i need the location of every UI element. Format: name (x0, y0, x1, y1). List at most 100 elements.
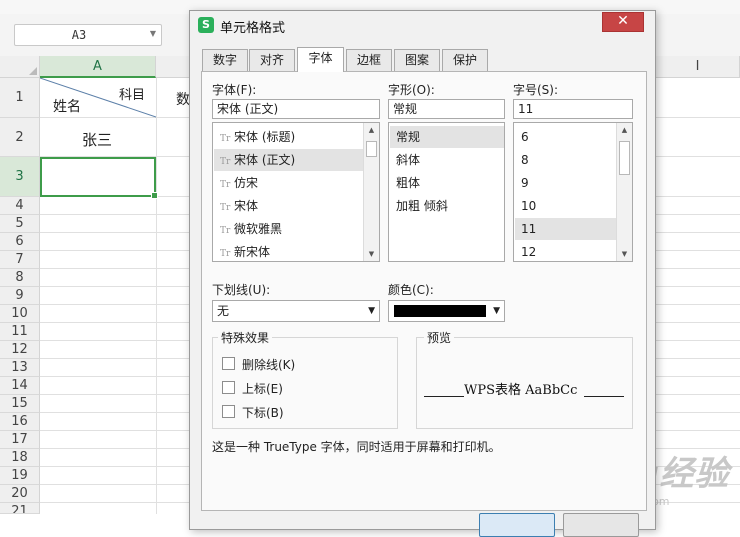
font-list-item-selected[interactable]: Tr 宋体 (正文) (214, 149, 363, 171)
scroll-up-icon[interactable]: ▲ (617, 123, 632, 137)
row-header-6[interactable]: 6 (0, 233, 40, 251)
dialog-titlebar[interactable]: S 单元格格式 ✕ (190, 11, 655, 39)
font-list-item[interactable]: Tr 宋体 (214, 195, 363, 217)
row-header-15[interactable]: 15 (0, 395, 40, 413)
truetype-icon: Tr (220, 157, 231, 167)
row-header-10[interactable]: 10 (0, 305, 40, 323)
row-header-14[interactable]: 14 (0, 377, 40, 395)
row-header-13[interactable]: 13 (0, 359, 40, 377)
format-cells-dialog: S 单元格格式 ✕ 数字 对齐 字体 边框 图案 保护 字体(F): 宋体 (正… (189, 10, 656, 537)
row-header-2[interactable]: 2 (0, 118, 40, 157)
preview-underline-left (424, 396, 464, 397)
color-label: 颜色(C): (388, 283, 434, 297)
size-label: 字号(S): (513, 83, 559, 97)
underline-select[interactable]: 无 ▼ (212, 300, 380, 322)
cell-a2[interactable]: 张三 (82, 129, 112, 150)
chevron-down-icon[interactable]: ▼ (493, 301, 500, 321)
effects-title: 特殊效果 (218, 329, 273, 346)
font-list-item[interactable]: Tr 仿宋 (214, 172, 363, 194)
effects-group (212, 337, 398, 429)
row-header-5[interactable]: 5 (0, 215, 40, 233)
preview-underline-right (584, 396, 624, 397)
select-all-corner[interactable] (0, 56, 40, 78)
subscript-label[interactable]: 下标(B) (242, 404, 284, 421)
row-header-3[interactable]: 3 (0, 157, 40, 197)
color-select[interactable]: ▼ (388, 300, 505, 322)
name-box[interactable]: A3 ▼ (14, 24, 162, 46)
tab-protection[interactable]: 保护 (442, 49, 488, 71)
ok-button[interactable] (479, 513, 555, 537)
size-list-item-selected[interactable]: 11 (515, 218, 616, 240)
cell-b1-partial: 数 (176, 92, 190, 108)
truetype-icon: Tr (220, 249, 231, 259)
style-input[interactable]: 常规 (388, 99, 505, 119)
tab-number[interactable]: 数字 (202, 49, 248, 71)
tab-alignment[interactable]: 对齐 (249, 49, 295, 71)
column-header-a[interactable]: A (40, 56, 156, 78)
size-input[interactable]: 11 (513, 99, 633, 119)
superscript-checkbox[interactable] (222, 381, 235, 394)
style-list[interactable]: 常规 斜体 粗体 加粗 倾斜 (388, 122, 505, 262)
tab-pattern[interactable]: 图案 (394, 49, 440, 71)
font-list-item[interactable]: Tr 新宋体 (214, 241, 363, 261)
size-list-item[interactable]: 10 (515, 195, 616, 217)
scrollbar-thumb[interactable] (366, 141, 377, 157)
selected-cell-a3[interactable] (40, 157, 158, 199)
column-header-b[interactable] (156, 56, 190, 78)
column-header-i[interactable]: I (656, 56, 740, 78)
style-list-item-selected[interactable]: 常规 (390, 126, 504, 148)
scroll-down-icon[interactable]: ▼ (364, 247, 379, 261)
font-list-item[interactable]: Tr 微软雅黑 (214, 218, 363, 240)
scroll-down-icon[interactable]: ▼ (617, 247, 632, 261)
color-swatch (394, 305, 486, 317)
font-label: 字体(F): (212, 83, 257, 97)
font-info-text: 这是一种 TrueType 字体，同时适用于屏幕和打印机。 (212, 440, 501, 454)
row-header-4[interactable]: 4 (0, 197, 40, 215)
chevron-down-icon[interactable]: ▼ (150, 29, 156, 38)
cancel-button[interactable] (563, 513, 639, 537)
row-header-9[interactable]: 9 (0, 287, 40, 305)
row-header-1[interactable]: 1 (0, 78, 40, 118)
row-header-7[interactable]: 7 (0, 251, 40, 269)
size-list-item[interactable]: 6 (515, 126, 616, 148)
size-list[interactable]: 6 8 9 10 11 12 ▲ ▼ (513, 122, 633, 262)
row-header-12[interactable]: 12 (0, 341, 40, 359)
size-list-scrollbar[interactable]: ▲ ▼ (616, 123, 632, 261)
row-header-18[interactable]: 18 (0, 449, 40, 467)
style-label: 字形(O): (388, 83, 435, 97)
truetype-icon: Tr (220, 203, 231, 213)
size-list-item[interactable]: 9 (515, 172, 616, 194)
row-header-11[interactable]: 11 (0, 323, 40, 341)
strikethrough-label[interactable]: 删除线(K) (242, 356, 295, 373)
preview-text: WPS表格 AaBbCc (464, 383, 578, 398)
subscript-checkbox[interactable] (222, 405, 235, 418)
font-list[interactable]: Tr 宋体 (标题) Tr 宋体 (正文) Tr 仿宋 Tr 宋体 Tr 微软雅黑 Tr 新… (212, 122, 380, 262)
style-list-item[interactable]: 粗体 (390, 172, 504, 194)
superscript-label[interactable]: 上标(E) (242, 380, 283, 397)
preview-title: 预览 (424, 329, 455, 346)
style-list-item[interactable]: 加粗 倾斜 (390, 195, 504, 217)
close-button[interactable]: ✕ (602, 12, 644, 32)
row-header-21[interactable]: 21 (0, 503, 40, 514)
chevron-down-icon[interactable]: ▼ (368, 301, 375, 321)
row-header-20[interactable]: 20 (0, 485, 40, 503)
size-list-item[interactable]: 8 (515, 149, 616, 171)
tab-border[interactable]: 边框 (346, 49, 392, 71)
underline-label: 下划线(U): (212, 283, 271, 297)
scrollbar-thumb[interactable] (619, 141, 630, 175)
font-list-item[interactable]: Tr 宋体 (标题) (214, 126, 363, 148)
name-box-value: A3 (71, 28, 87, 42)
size-list-item[interactable]: 12 (515, 241, 616, 261)
row-header-17[interactable]: 17 (0, 431, 40, 449)
style-list-item[interactable]: 斜体 (390, 149, 504, 171)
font-input[interactable]: 宋体 (正文) (212, 99, 380, 119)
row-header-8[interactable]: 8 (0, 269, 40, 287)
strikethrough-checkbox[interactable] (222, 357, 235, 370)
scroll-up-icon[interactable]: ▲ (364, 123, 379, 137)
row-header-19[interactable]: 19 (0, 467, 40, 485)
font-tab-panel: 字体(F): 宋体 (正文) Tr 宋体 (标题) Tr 宋体 (正文) Tr 仿宋 … (201, 71, 647, 511)
truetype-icon: Tr (220, 134, 231, 144)
tab-font[interactable]: 字体 (297, 47, 344, 72)
font-list-scrollbar[interactable]: ▲ ▼ (363, 123, 379, 261)
row-header-16[interactable]: 16 (0, 413, 40, 431)
